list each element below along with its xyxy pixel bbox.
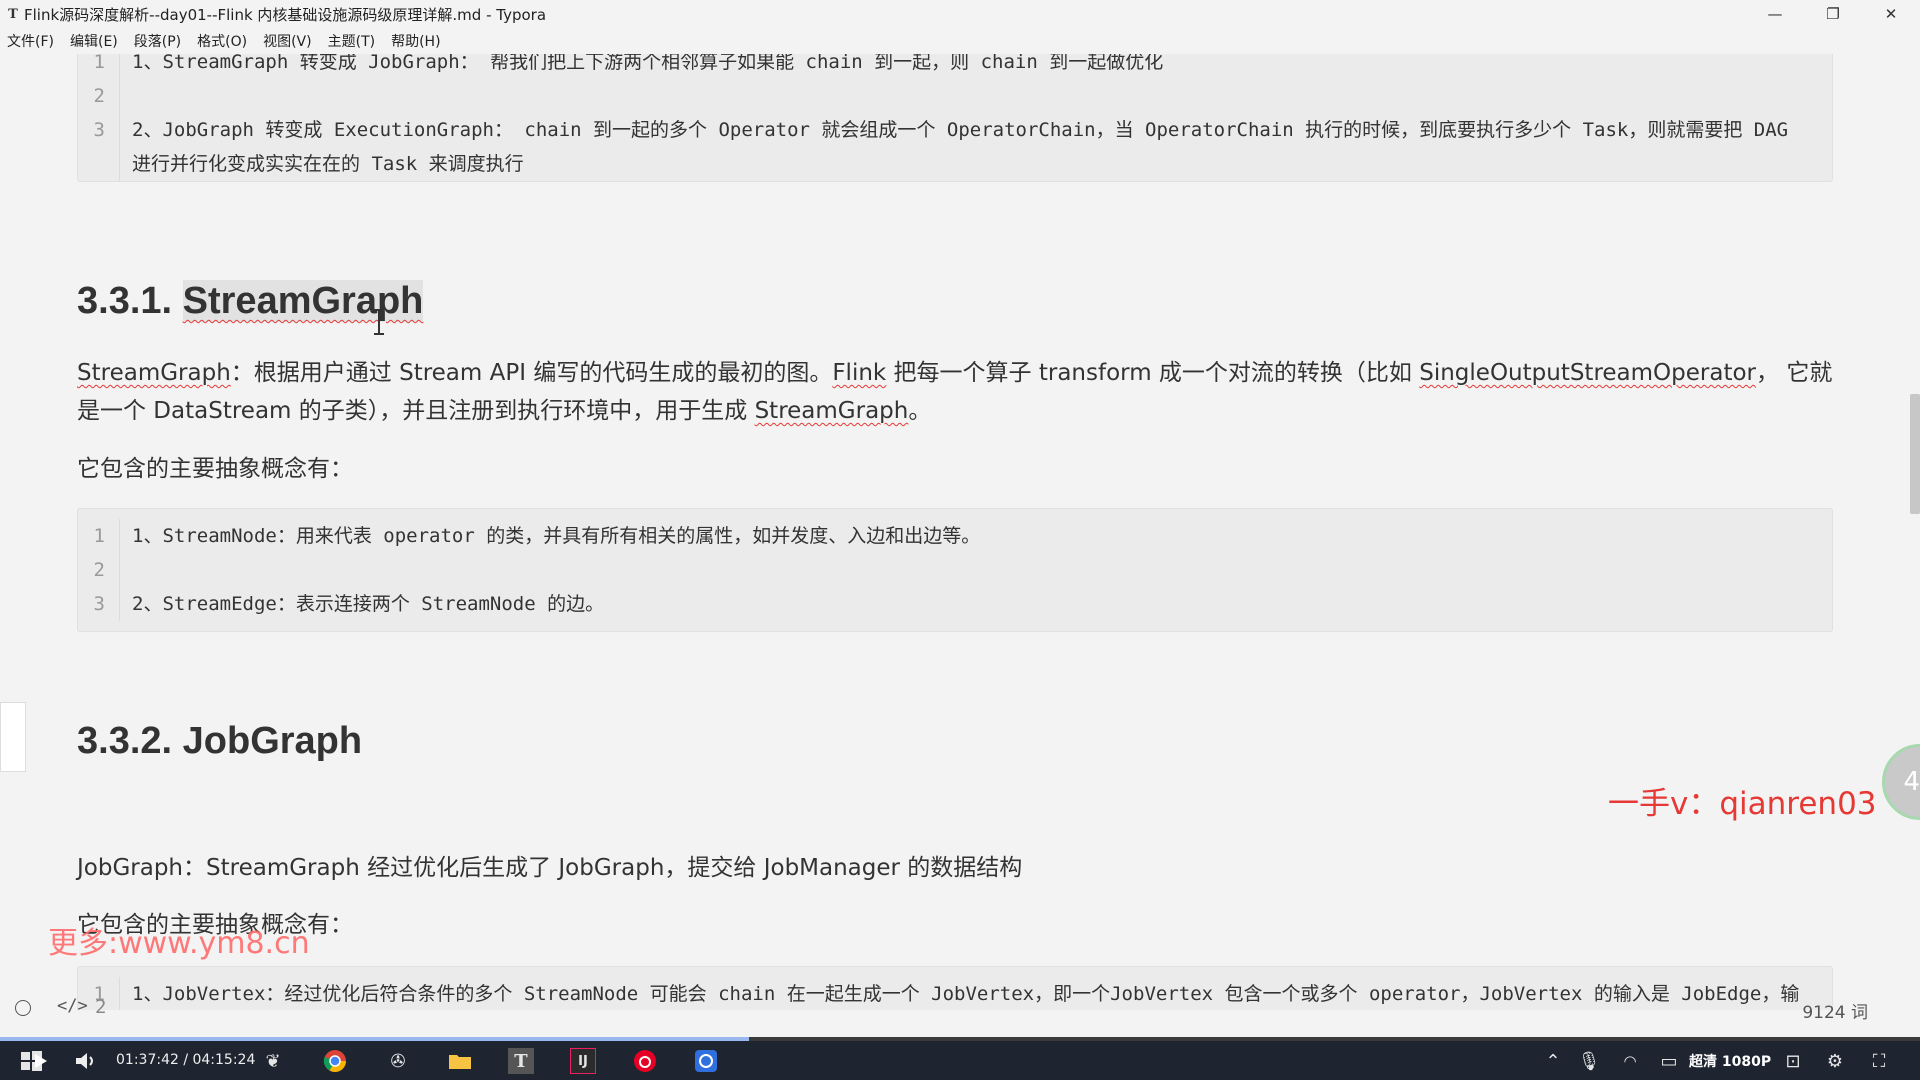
code-line: 3 2、JobGraph 转变成 ExecutionGraph： chain 到… <box>78 113 1832 181</box>
intellij-icon[interactable]: IJ <box>570 1048 596 1074</box>
line-number: 2 <box>78 553 120 587</box>
minimize-button[interactable]: — <box>1746 0 1804 28</box>
code-text[interactable] <box>120 79 146 113</box>
menu-bar: 文件(F) 编辑(E) 段落(P) 格式(O) 视图(V) 主题(T) 帮助(H… <box>0 28 457 54</box>
heading-3-3-2[interactable]: 3.3.2. JobGraph <box>77 720 362 763</box>
app-blue-icon[interactable] <box>693 1048 719 1074</box>
code-line: 1 1、StreamGraph 转变成 JobGraph： 帮我们把上下游两个相… <box>78 54 1832 79</box>
text-run: 把每一个算子 transform 成一个对流的转换（比如 <box>886 360 1420 386</box>
paragraph-streamgraph-intro[interactable]: StreamGraph：根据用户通过 Stream API 编写的代码生成的最初… <box>77 354 1837 430</box>
menu-edit[interactable]: 编辑(E) <box>70 31 118 51</box>
text-cursor-icon <box>374 309 384 335</box>
microphone-icon[interactable]: 🎙 <box>1576 1048 1602 1074</box>
code-text[interactable] <box>120 553 146 587</box>
spellcheck-term: StreamGraph <box>77 360 231 386</box>
watermark-site: 更多:www.ym8.cn <box>48 926 310 961</box>
paragraph-concepts-label[interactable]: 它包含的主要抽象概念有： <box>77 450 1837 488</box>
close-button[interactable]: ✕ <box>1862 0 1920 28</box>
menu-format[interactable]: 格式(O) <box>197 31 247 51</box>
code-block-1[interactable]: 1 1、StreamGraph 转变成 JobGraph： 帮我们把上下游两个相… <box>77 54 1833 182</box>
keyboard-icon[interactable]: ▭ <box>1656 1048 1682 1074</box>
chrome-icon[interactable] <box>322 1048 348 1074</box>
spellcheck-term: StreamGraph <box>754 398 909 424</box>
outline-thumbnail[interactable] <box>0 702 26 772</box>
line-number: 3 <box>78 587 120 621</box>
code-text[interactable]: 1、StreamNode：用来代表 operator 的类，并具有所有相关的属性… <box>120 519 994 553</box>
title-bar: T Flink源码深度解析--day01--Flink 内核基础设施源码级原理详… <box>0 0 1920 28</box>
heading-title-selected[interactable]: StreamGraph <box>182 280 424 322</box>
code-line: 2 <box>78 553 1832 587</box>
menu-paragraph[interactable]: 段落(P) <box>134 31 181 51</box>
text-run: ：根据用户通过 Stream API 编写的代码生成的最初的图。 <box>230 360 833 386</box>
outline-toggle-icon[interactable] <box>15 1000 31 1016</box>
heading-number: 3.3.1. <box>77 280 173 322</box>
code-line: 2 <box>78 79 1832 113</box>
chevron-up-icon[interactable]: ⌃ <box>1540 1048 1566 1074</box>
typora-taskbar-icon[interactable]: T <box>508 1048 534 1074</box>
code-line: 1 1、StreamNode：用来代表 operator 的类，并具有所有相关的… <box>78 509 1832 553</box>
paragraph-jobgraph-intro[interactable]: JobGraph：StreamGraph 经过优化后生成了 JobGraph，提… <box>77 849 1837 887</box>
playback-time: 01:37:42 / 04:15:24 <box>116 1052 256 1068</box>
menu-help[interactable]: 帮助(H) <box>391 31 440 51</box>
editor-area[interactable]: 1 1、StreamGraph 转变成 JobGraph： 帮我们把上下游两个相… <box>0 54 1920 1010</box>
vertical-scrollbar-thumb[interactable] <box>1910 394 1920 514</box>
watermark-contact: 一手v：qianren03 <box>1608 786 1877 822</box>
menu-view[interactable]: 视图(V) <box>263 31 312 51</box>
line-number: 1 <box>78 519 120 553</box>
fullscreen-icon[interactable]: ⛶ <box>1866 1048 1892 1074</box>
heading-number: 3.3.2. <box>77 720 173 762</box>
settings-gear-icon[interactable]: ⚙ <box>1822 1048 1848 1074</box>
code-text[interactable]: 1、StreamGraph 转变成 JobGraph： 帮我们把上下游两个相邻算… <box>120 54 1177 79</box>
folder-icon[interactable] <box>447 1048 473 1074</box>
maximize-button[interactable]: ❐ <box>1804 0 1862 28</box>
line-number: 2 <box>78 79 120 113</box>
current-line-indicator: 2 <box>95 996 107 1018</box>
menu-file[interactable]: 文件(F) <box>7 31 54 51</box>
code-text[interactable]: 2、StreamEdge：表示连接两个 StreamNode 的边。 <box>120 587 618 621</box>
play-icon[interactable] <box>26 1048 52 1074</box>
heading-title: JobGraph <box>182 720 363 762</box>
quality-selector[interactable]: 超清 1080P <box>1689 1051 1771 1071</box>
source-mode-toggle[interactable]: </> <box>57 996 88 1016</box>
app-sync-icon[interactable]: ✇ <box>385 1048 411 1074</box>
line-number: 3 <box>78 113 120 181</box>
code-text[interactable]: 2、JobGraph 转变成 ExecutionGraph： chain 到一起… <box>120 113 1832 181</box>
screenshot-icon[interactable]: ⊡ <box>1780 1048 1806 1074</box>
paragraph-concepts-label[interactable]: 它包含的主要抽象概念有： <box>77 906 1837 944</box>
spellcheck-term: SingleOutputStreamOperator <box>1419 360 1757 386</box>
menu-theme[interactable]: 主题(T) <box>328 31 375 51</box>
window-title: Flink源码深度解析--day01--Flink 内核基础设施源码级原理详解.… <box>24 5 547 24</box>
word-count[interactable]: 9124 词 <box>1802 998 1868 1023</box>
text-run: 。 <box>908 398 932 424</box>
typora-app-icon: T <box>8 6 18 22</box>
code-line: 3 2、StreamEdge：表示连接两个 StreamNode 的边。 <box>78 587 1832 631</box>
status-bar: </> 2 9124 词 <box>0 990 1920 1026</box>
network-icon[interactable]: ◠ <box>1617 1048 1643 1074</box>
taskbar: 01:37:42 / 04:15:24 ❦ ✇ T IJ ⌃ 🎙 ◠ ▭ 超清 … <box>0 1041 1920 1080</box>
spellcheck-term: Flink <box>832 360 887 386</box>
code-block-2[interactable]: 1 1、StreamNode：用来代表 operator 的类，并具有所有相关的… <box>77 508 1833 632</box>
netease-music-icon[interactable] <box>632 1048 658 1074</box>
line-number: 1 <box>78 54 120 79</box>
window-controls: — ❐ ✕ <box>1746 0 1920 28</box>
app-feather-icon[interactable]: ❦ <box>260 1048 286 1074</box>
volume-icon[interactable] <box>72 1048 98 1074</box>
